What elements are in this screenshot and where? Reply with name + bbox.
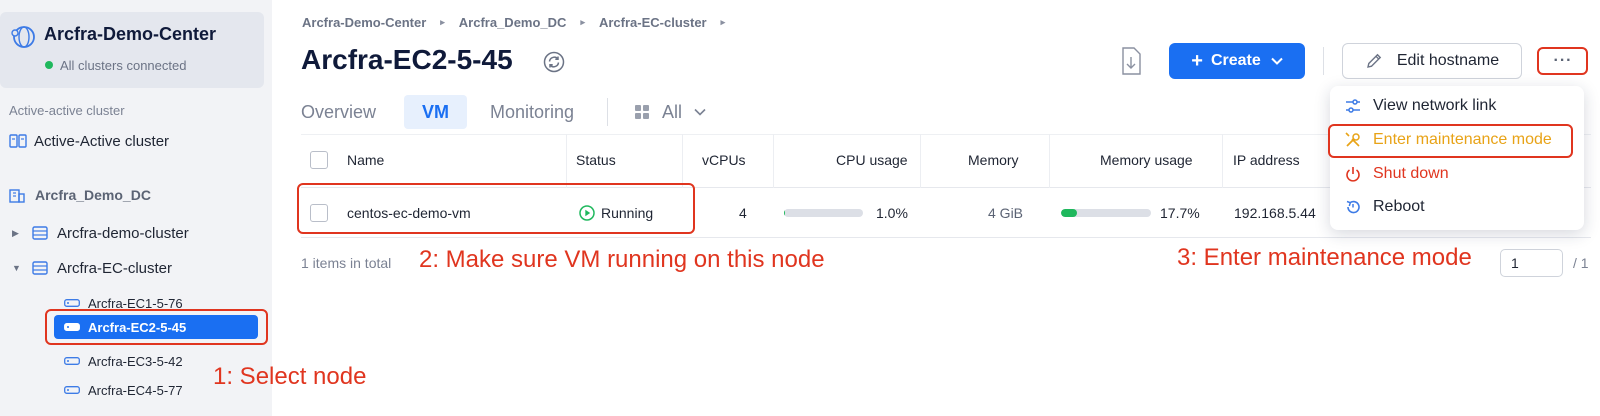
annotation-box-select-node [45,309,268,345]
annotation-box-maintenance-mode [1328,124,1573,158]
chevron-down-icon [694,108,706,116]
column-header-status[interactable]: Status [576,152,616,168]
column-header-cpu-usage[interactable]: CPU usage [836,152,908,168]
connected-status-dot [45,61,53,69]
sidebar-item-label: Arcfra-EC-cluster [57,259,173,277]
create-label: Create [1210,52,1261,69]
memory-usage-fill [1061,209,1077,217]
cluster-icon [32,226,48,240]
menu-item-view-network-link[interactable]: View network link [1344,95,1496,117]
chevron-right-icon: ▸ [440,17,445,27]
group-label: Active-active cluster [9,103,125,118]
annotation-box-more-button [1537,47,1588,75]
sidebar-item-cluster[interactable]: ▼ Arcfra-EC-cluster [12,258,172,278]
sidebar-item-cluster[interactable]: ▶ Arcfra-demo-cluster [12,223,189,243]
menu-item-label: Shut down [1373,165,1449,182]
chevron-right-icon: ▸ [720,17,726,27]
sidebar-item-label: Arcfra-demo-cluster [57,224,189,242]
column-header-name[interactable]: Name [347,152,384,168]
column-header-memory[interactable]: Memory [968,152,1019,168]
menu-item-label: Reboot [1373,198,1425,215]
caret-right-icon[interactable]: ▶ [12,228,22,239]
vm-vcpus: 4 [739,205,747,221]
more-actions-menu: View network link Enter maintenance mode… [1330,86,1584,230]
cluster-icon [32,261,48,275]
column-divider [682,134,683,188]
toolbar-divider [1323,47,1324,75]
breadcrumb-item[interactable]: Arcfra-EC-cluster [599,15,707,30]
center-title: Arcfra-Demo-Center [44,24,217,44]
refresh-icon[interactable] [543,51,565,73]
column-divider [1222,134,1223,188]
column-header-ip-address[interactable]: IP address [1233,152,1300,168]
caret-down-icon[interactable]: ▼ [12,263,22,273]
sidebar-item-active-active-cluster[interactable]: Active-Active cluster [9,131,169,151]
network-link-icon [1346,99,1360,113]
edit-hostname-button[interactable]: Edit hostname [1342,43,1522,79]
cpu-usage-bar [784,209,863,217]
sidebar-item-datacenter[interactable]: Arcfra_Demo_DC [9,185,151,205]
page-input[interactable]: 1 [1500,249,1563,277]
pencil-icon [1366,53,1382,68]
edit-hostname-label: Edit hostname [1396,52,1500,69]
sidebar: Arcfra-Demo-Center All clusters connecte… [0,0,272,416]
annotation-box-vm-running [297,183,695,234]
tab-separator [607,98,608,126]
sidebar-item-label: Arcfra_Demo_DC [35,187,151,203]
vm-memory: 4 GiB [988,205,1024,221]
host-icon [64,299,80,307]
grid-icon [635,105,649,119]
reboot-icon [1346,200,1360,214]
host-icon [64,357,80,365]
page-total: / 1 [1573,255,1589,271]
building-icon [9,189,25,203]
tab-overview[interactable]: Overview [301,95,376,129]
menu-item-label: View network link [1373,97,1497,114]
sidebar-item-label: Active-Active cluster [34,132,170,150]
column-header-memory-usage[interactable]: Memory usage [1100,152,1193,168]
host-icon [64,386,80,394]
filter-label: All [662,101,683,122]
column-divider [920,134,921,188]
memory-usage-value: 17.7% [1160,205,1200,221]
sidebar-item-label: Arcfra-EC4-5-77 [88,382,183,398]
tab-vm[interactable]: VM [404,95,467,129]
chevron-right-icon: ▸ [580,17,585,27]
breadcrumb: Arcfra-Demo-Center ▸ Arcfra_Demo_DC ▸ Ar… [302,15,739,30]
filter-dropdown[interactable]: All [634,95,706,129]
center-status: All clusters connected [60,58,187,73]
column-header-vcpus[interactable]: vCPUs [702,152,746,168]
cpu-usage-value: 1.0% [876,205,908,221]
column-divider [566,134,567,188]
chevron-down-icon [1271,57,1283,65]
menu-item-shut-down[interactable]: Shut down [1344,163,1449,185]
column-divider [773,134,774,188]
datacenter-center-icon [11,26,35,48]
memory-usage-bar [1061,209,1151,217]
vm-ip-address: 192.168.5.44 [1234,205,1316,221]
sidebar-item-node[interactable]: Arcfra-EC3-5-42 [64,351,183,371]
download-icon[interactable] [1120,47,1142,75]
annotation-step-1: 1: Select node [213,363,367,390]
plus-icon: + [1191,49,1203,72]
annotation-step-2: 2: Make sure VM running on this node [419,246,825,273]
sidebar-item-node[interactable]: Arcfra-EC4-5-77 [64,380,183,400]
page-title: Arcfra-EC2-5-45 [301,44,513,75]
sidebar-item-label: Arcfra-EC3-5-42 [88,353,183,369]
breadcrumb-item[interactable]: Arcfra-Demo-Center [302,15,426,30]
select-all-checkbox[interactable] [310,151,328,169]
column-divider [1049,134,1050,188]
breadcrumb-item[interactable]: Arcfra_Demo_DC [459,15,567,30]
cluster-pair-icon [9,134,27,148]
power-icon [1346,167,1360,182]
create-button[interactable]: + Create [1169,43,1305,79]
menu-item-reboot[interactable]: Reboot [1344,196,1425,218]
items-total: 1 items in total [301,255,392,271]
annotation-step-3: 3: Enter maintenance mode [1177,244,1472,271]
tab-monitoring[interactable]: Monitoring [490,95,574,129]
